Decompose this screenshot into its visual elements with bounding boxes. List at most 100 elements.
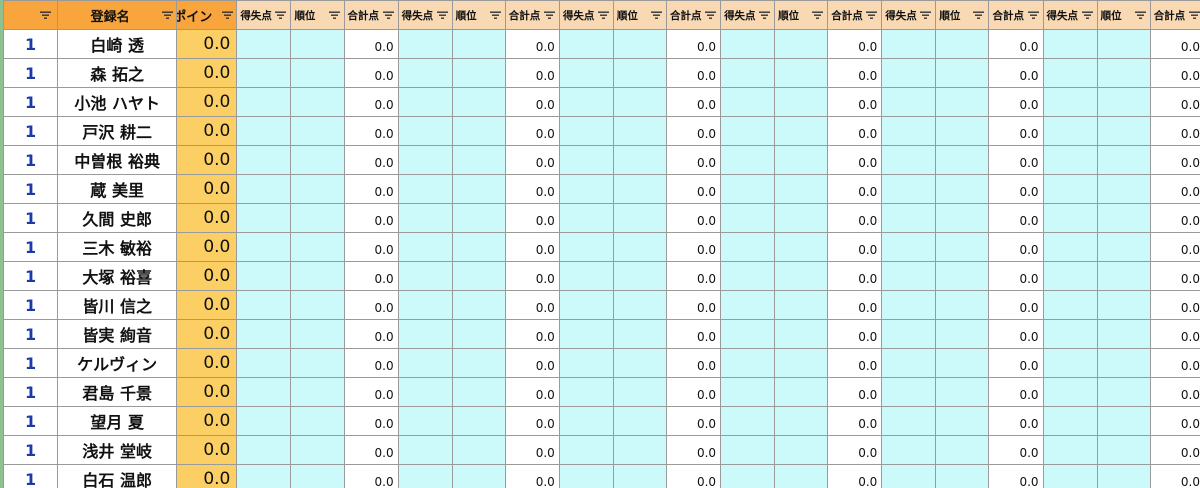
player-name-cell[interactable]: 君島 千景	[57, 377, 178, 407]
score-diff-cell[interactable]	[558, 261, 614, 291]
rank-input-cell[interactable]	[451, 348, 506, 378]
score-diff-cell[interactable]	[397, 435, 453, 465]
rank-input-cell[interactable]	[774, 116, 829, 146]
total-cell[interactable]: 0.0	[988, 406, 1044, 436]
rank-input-cell[interactable]	[935, 406, 990, 436]
score-diff-cell[interactable]	[881, 174, 937, 204]
player-name-cell[interactable]: 皆川 信之	[57, 290, 178, 320]
total-cell[interactable]: 0.0	[665, 203, 722, 233]
score-diff-cell[interactable]	[558, 464, 614, 488]
score-diff-cell[interactable]	[1042, 145, 1098, 175]
score-diff-cell[interactable]	[397, 87, 453, 117]
rank-input-cell[interactable]	[1096, 116, 1151, 146]
total-cell[interactable]: 0.0	[1149, 174, 1200, 204]
point-cell[interactable]: 0.0	[176, 261, 238, 291]
player-name-cell[interactable]: 白石 温郎	[57, 464, 178, 488]
total-cell[interactable]: 0.0	[665, 464, 722, 488]
rank-input-cell[interactable]	[290, 319, 345, 349]
total-cell[interactable]: 0.0	[343, 319, 399, 349]
score-diff-cell[interactable]	[236, 261, 292, 291]
total-cell[interactable]: 0.0	[504, 348, 560, 378]
rank-input-cell[interactable]	[451, 377, 506, 407]
point-cell[interactable]: 0.0	[176, 145, 238, 175]
filter-icon[interactable]	[222, 11, 234, 20]
rank-input-cell[interactable]	[935, 116, 990, 146]
score-diff-cell[interactable]	[1042, 377, 1098, 407]
rank-input-cell[interactable]	[774, 232, 829, 262]
rank-input-cell[interactable]	[935, 435, 990, 465]
point-cell[interactable]: 0.0	[176, 377, 238, 407]
score-diff-cell[interactable]	[558, 174, 614, 204]
score-diff-cell[interactable]	[720, 116, 776, 146]
total-cell[interactable]: 0.0	[343, 232, 399, 262]
rank-input-cell[interactable]	[774, 203, 829, 233]
rank-input-cell[interactable]	[451, 145, 506, 175]
total-cell[interactable]: 0.0	[343, 290, 399, 320]
score-diff-cell[interactable]	[558, 290, 614, 320]
score-diff-cell[interactable]	[397, 232, 453, 262]
total-cell[interactable]: 0.0	[665, 116, 722, 146]
rank-input-cell[interactable]	[612, 377, 667, 407]
rank-cell[interactable]: 1	[2, 145, 59, 175]
point-cell[interactable]: 0.0	[176, 174, 238, 204]
score-diff-cell[interactable]	[881, 116, 937, 146]
score-diff-cell[interactable]	[236, 435, 292, 465]
rank-input-cell[interactable]	[612, 406, 667, 436]
column-header-13[interactable]: 順位	[774, 0, 829, 30]
score-diff-cell[interactable]	[558, 145, 614, 175]
rank-input-cell[interactable]	[1096, 406, 1151, 436]
player-name-cell[interactable]: 森 拓之	[57, 58, 178, 88]
point-cell[interactable]: 0.0	[176, 232, 238, 262]
total-cell[interactable]: 0.0	[343, 464, 399, 488]
total-cell[interactable]: 0.0	[665, 145, 722, 175]
total-cell[interactable]: 0.0	[827, 319, 883, 349]
rank-input-cell[interactable]	[935, 174, 990, 204]
rank-input-cell[interactable]	[612, 435, 667, 465]
score-diff-cell[interactable]	[720, 261, 776, 291]
rank-input-cell[interactable]	[290, 87, 345, 117]
rank-input-cell[interactable]	[290, 464, 345, 488]
score-diff-cell[interactable]	[720, 377, 776, 407]
column-header-8[interactable]: 合計点	[504, 0, 560, 30]
rank-input-cell[interactable]	[774, 319, 829, 349]
rank-input-cell[interactable]	[1096, 377, 1151, 407]
score-diff-cell[interactable]	[236, 29, 292, 59]
total-cell[interactable]: 0.0	[1149, 116, 1200, 146]
column-header-6[interactable]: 得失点	[397, 0, 453, 30]
score-diff-cell[interactable]	[397, 116, 453, 146]
filter-icon[interactable]	[162, 11, 174, 20]
score-diff-cell[interactable]	[720, 464, 776, 488]
rank-input-cell[interactable]	[290, 116, 345, 146]
column-header-17[interactable]: 合計点	[988, 0, 1044, 30]
rank-input-cell[interactable]	[774, 290, 829, 320]
score-diff-cell[interactable]	[397, 319, 453, 349]
rank-input-cell[interactable]	[774, 29, 829, 59]
rank-input-cell[interactable]	[612, 145, 667, 175]
total-cell[interactable]: 0.0	[1149, 290, 1200, 320]
player-name-cell[interactable]: 白崎 透	[57, 29, 178, 59]
score-diff-cell[interactable]	[558, 406, 614, 436]
score-diff-cell[interactable]	[720, 319, 776, 349]
rank-input-cell[interactable]	[290, 377, 345, 407]
rank-input-cell[interactable]	[1096, 174, 1151, 204]
column-header-0[interactable]	[2, 0, 59, 30]
total-cell[interactable]: 0.0	[827, 464, 883, 488]
total-cell[interactable]: 0.0	[343, 29, 399, 59]
rank-input-cell[interactable]	[451, 116, 506, 146]
total-cell[interactable]: 0.0	[988, 261, 1044, 291]
score-diff-cell[interactable]	[558, 319, 614, 349]
rank-input-cell[interactable]	[290, 145, 345, 175]
rank-input-cell[interactable]	[935, 58, 990, 88]
rank-input-cell[interactable]	[774, 435, 829, 465]
score-diff-cell[interactable]	[397, 261, 453, 291]
rank-input-cell[interactable]	[774, 58, 829, 88]
score-diff-cell[interactable]	[397, 29, 453, 59]
total-cell[interactable]: 0.0	[343, 58, 399, 88]
column-header-2[interactable]: ポイン	[176, 0, 238, 30]
rank-input-cell[interactable]	[935, 203, 990, 233]
total-cell[interactable]: 0.0	[988, 464, 1044, 488]
total-cell[interactable]: 0.0	[504, 406, 560, 436]
score-diff-cell[interactable]	[720, 348, 776, 378]
filter-icon[interactable]	[1081, 11, 1093, 20]
score-diff-cell[interactable]	[558, 203, 614, 233]
